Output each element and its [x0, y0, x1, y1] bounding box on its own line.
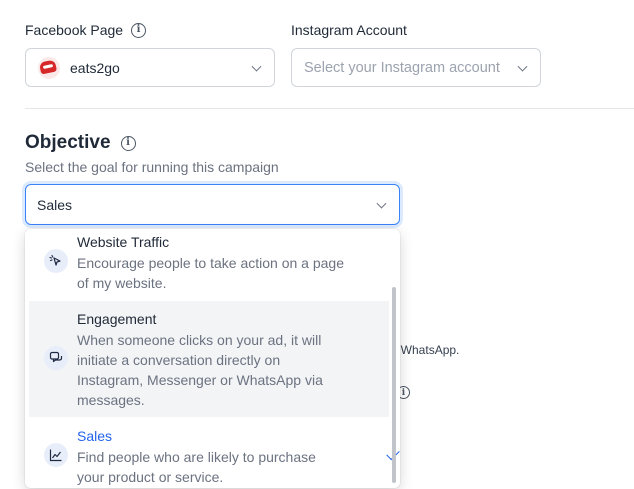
- section-divider: [25, 108, 634, 109]
- instagram-account-label-text: Instagram Account: [291, 22, 407, 38]
- objective-subtitle: Select the goal for running this campaig…: [25, 159, 279, 175]
- dropdown-scrollbar[interactable]: [392, 287, 396, 483]
- option-title: Website Traffic: [77, 234, 170, 250]
- option-engagement[interactable]: Engagement When someone clicks on your a…: [29, 301, 389, 417]
- objective-select[interactable]: Sales: [25, 184, 400, 225]
- facebook-page-select[interactable]: eats2go: [25, 48, 275, 87]
- chat-icon: [44, 346, 68, 370]
- option-description: Find people who are likely to purchase y…: [77, 449, 316, 485]
- option-title: Engagement: [77, 311, 157, 327]
- objective-dropdown-menu[interactable]: Website Traffic Encourage people to take…: [25, 229, 400, 488]
- trend-chart-icon: [44, 443, 68, 467]
- objective-selected-value: Sales: [37, 196, 73, 213]
- option-description: Encourage people to take action on a pag…: [77, 255, 344, 291]
- cursor-click-icon: [44, 249, 68, 273]
- chevron-down-icon: [251, 61, 262, 72]
- facebook-page-label: Facebook Page i: [25, 22, 147, 38]
- option-description: When someone clicks on your ad, it will …: [77, 332, 323, 408]
- facebook-page-value: eats2go: [70, 59, 120, 76]
- chevron-down-icon: [376, 198, 387, 209]
- info-icon[interactable]: i: [131, 22, 147, 38]
- info-icon[interactable]: i: [120, 135, 136, 151]
- option-website-traffic[interactable]: Website Traffic Encourage people to take…: [29, 229, 389, 297]
- facebook-page-label-text: Facebook Page: [25, 22, 124, 38]
- instagram-account-select[interactable]: Select your Instagram account: [291, 48, 541, 87]
- instagram-account-label: Instagram Account: [291, 22, 407, 38]
- option-title: Sales: [77, 428, 113, 444]
- chevron-down-icon: [517, 61, 528, 72]
- eats2go-logo-icon: [38, 56, 60, 79]
- option-sales[interactable]: Sales Find people who are likely to purc…: [29, 421, 400, 488]
- instagram-account-placeholder: Select your Instagram account: [304, 59, 500, 76]
- objective-title: Objective: [25, 132, 111, 153]
- objective-heading: Objective i: [25, 132, 136, 154]
